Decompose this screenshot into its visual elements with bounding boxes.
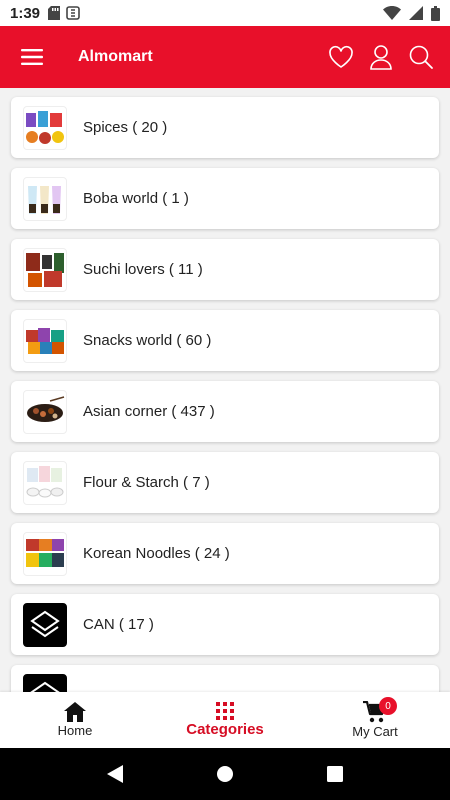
- nav-home-label: Home: [57, 723, 93, 738]
- user-icon: [370, 45, 392, 70]
- signal-icon: [409, 6, 423, 20]
- bottom-navigation: Home Categories 0 My Cart: [0, 692, 450, 748]
- category-label: Asian corner ( 437 ): [83, 403, 215, 420]
- wifi-icon: [383, 6, 401, 20]
- category-label: CAN ( 17 ): [83, 616, 154, 633]
- category-item-boba[interactable]: Boba world ( 1 ): [11, 168, 439, 229]
- nav-cart-label: My Cart: [352, 724, 398, 739]
- recents-button[interactable]: [315, 754, 355, 794]
- back-triangle-icon: [107, 765, 123, 783]
- category-item-korean-noodles[interactable]: Korean Noodles ( 24 ): [11, 523, 439, 584]
- system-navigation-bar: [0, 748, 450, 800]
- nav-categories-label: Categories: [186, 721, 264, 738]
- category-thumbnail: [23, 318, 67, 363]
- category-label: Snacks world ( 60 ): [83, 332, 212, 349]
- category-label: Korean Noodles ( 24 ): [83, 545, 230, 562]
- nav-home[interactable]: Home: [0, 692, 150, 748]
- category-thumbnail: [23, 673, 67, 692]
- category-label: Suchi lovers ( 11 ): [83, 261, 203, 278]
- category-label: Spices ( 20 ): [83, 119, 168, 136]
- category-thumbnail: [23, 389, 67, 434]
- category-list[interactable]: Spices ( 20 ) Boba world ( 1 ) Suchi lov…: [0, 88, 450, 692]
- sync-icon: [66, 6, 80, 20]
- category-item-can[interactable]: CAN ( 17 ): [11, 594, 439, 655]
- status-bar: 1:39: [0, 0, 450, 26]
- category-thumbnail: [23, 176, 67, 221]
- grid-icon: [216, 702, 234, 720]
- category-item-snacks[interactable]: Snacks world ( 60 ): [11, 310, 439, 371]
- category-thumbnail: [23, 247, 67, 292]
- category-label: Flour & Starch ( 7 ): [83, 474, 210, 491]
- app-title: Almomart: [78, 48, 153, 65]
- search-icon: [409, 45, 433, 69]
- sd-card-icon: [48, 6, 61, 20]
- category-item-partial[interactable]: [11, 665, 439, 692]
- layers-icon: [30, 610, 60, 637]
- heart-icon: [329, 45, 353, 68]
- hamburger-menu-icon: [21, 49, 43, 65]
- category-thumbnail: [23, 531, 67, 576]
- recents-square-icon: [327, 766, 343, 782]
- home-icon: [64, 702, 86, 722]
- cart-count-badge: 0: [379, 697, 397, 715]
- wishlist-button[interactable]: [324, 40, 358, 74]
- category-thumbnail: [23, 602, 67, 647]
- category-thumbnail: [23, 105, 67, 150]
- back-button[interactable]: [95, 754, 135, 794]
- home-system-button[interactable]: [205, 754, 245, 794]
- nav-categories[interactable]: Categories: [150, 692, 300, 748]
- battery-icon: [431, 5, 440, 21]
- menu-button[interactable]: [12, 37, 52, 77]
- layers-icon: [30, 681, 60, 692]
- category-item-spices[interactable]: Spices ( 20 ): [11, 97, 439, 158]
- category-label: Boba world ( 1 ): [83, 190, 189, 207]
- category-item-sushi[interactable]: Suchi lovers ( 11 ): [11, 239, 439, 300]
- category-item-flour-starch[interactable]: Flour & Starch ( 7 ): [11, 452, 439, 513]
- nav-cart[interactable]: 0 My Cart: [300, 692, 450, 748]
- category-thumbnail: [23, 460, 67, 505]
- status-time: 1:39: [10, 4, 41, 22]
- home-circle-icon: [217, 766, 233, 782]
- search-button[interactable]: [404, 40, 438, 74]
- account-button[interactable]: [364, 40, 398, 74]
- category-item-asian-corner[interactable]: Asian corner ( 437 ): [11, 381, 439, 442]
- app-bar: Almomart: [0, 26, 450, 88]
